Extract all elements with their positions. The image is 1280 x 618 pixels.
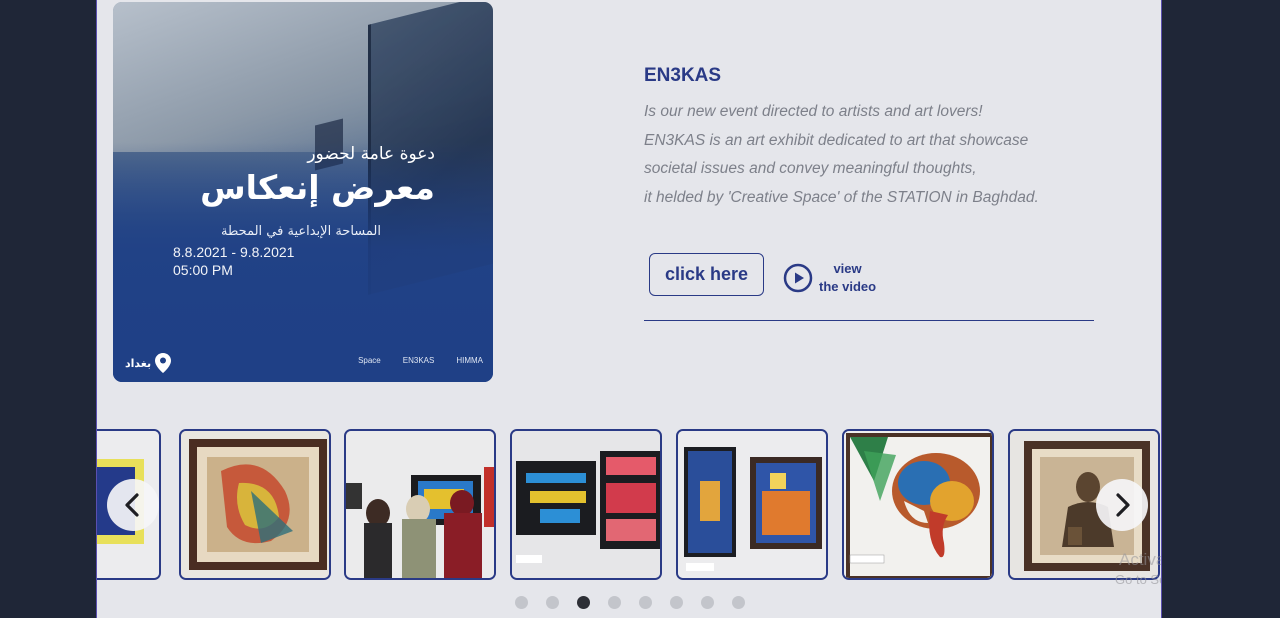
poster-title: معرض إنعكاس [200,168,435,207]
click-here-button[interactable]: click here [649,253,764,296]
carousel-thumbnail[interactable] [510,429,662,580]
carousel-dot[interactable] [515,596,528,609]
location-label: بغداد [125,356,152,370]
windows-activation-watermark: Activate Windows [1119,550,1161,569]
poster-dates: 8.8.2021 - 9.8.2021 [173,244,295,260]
carousel-prev-button[interactable] [107,479,159,531]
artwork-carousel [97,429,1161,581]
location-pin-icon [155,353,172,373]
carousel-dot[interactable] [577,596,590,609]
divider [644,320,1094,321]
logo-en3kas: EN3KAS [402,356,435,365]
poster-venue: المساحة الإبداعية في المحطة [221,224,381,239]
carousel-thumbnail[interactable] [344,429,496,580]
carousel-dot[interactable] [701,596,714,609]
play-circle-icon [783,263,813,293]
view-video-label: view the video [819,260,876,296]
video-label-line2: the video [819,279,877,294]
description-line: it helded by 'Creative Space' of the STA… [644,188,1039,206]
description-line: Is our new event directed to artists and… [644,103,983,120]
poster-logos: Space EN3KAS HIMMA [358,356,483,365]
carousel-dot[interactable] [546,596,559,609]
carousel-dot[interactable] [670,596,683,609]
logo-himma: HIMMA [456,356,483,365]
poster-location: بغداد [125,352,172,374]
carousel-pagination [515,596,745,609]
view-video-button[interactable]: view the video [783,260,876,296]
logo-space: Space [358,356,381,365]
event-description: Is our new event directed to artists and… [644,98,1104,212]
chevron-left-icon [125,493,139,517]
carousel-thumbnail[interactable] [842,429,994,580]
carousel-thumbnail[interactable] [676,429,828,580]
poster-invitation: دعوة عامة لحضور [307,144,435,164]
event-poster: دعوة عامة لحضور معرض إنعكاس المساحة الإب… [113,2,493,382]
carousel-dot[interactable] [608,596,621,609]
carousel-thumbnail[interactable] [179,429,331,580]
description-line: societal issues and convey meaningful th… [644,160,977,178]
event-title: EN3KAS [644,65,722,86]
poster-time: 05:00 PM [173,262,233,278]
carousel-dot[interactable] [732,596,745,609]
carousel-next-button[interactable] [1096,479,1148,531]
video-label-line1: view [833,261,862,276]
description-line: EN3KAS is an art exhibit dedicated to ar… [644,131,1029,149]
chevron-right-icon [1116,493,1130,517]
carousel-dot[interactable] [639,596,652,609]
event-page: دعوة عامة لحضور معرض إنعكاس المساحة الإب… [96,0,1162,618]
windows-activation-hint: Go to Settings to activate Windows. [1115,572,1161,587]
